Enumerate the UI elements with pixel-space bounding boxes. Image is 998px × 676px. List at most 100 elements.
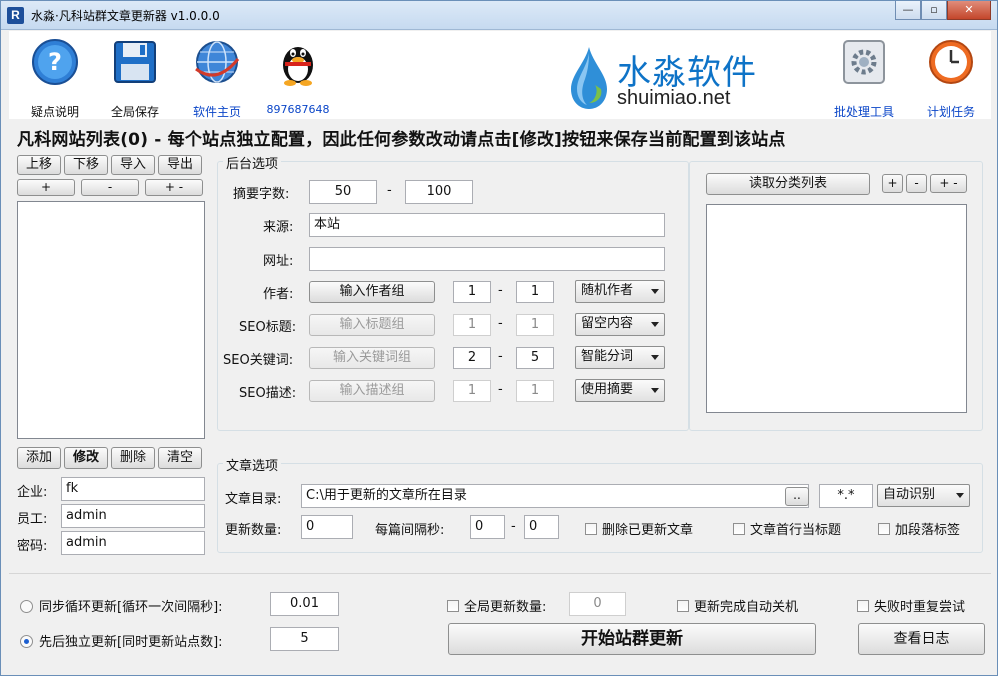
seo-keyword-max-field[interactable]: 5 (516, 347, 554, 369)
clear-sites-button[interactable]: 清空 (158, 447, 202, 469)
global-count-label: 全局更新数量: (464, 600, 547, 615)
seo-keyword-min-field[interactable]: 2 (453, 347, 491, 369)
category-remove-button[interactable]: - (906, 174, 927, 193)
global-count-checkbox[interactable]: 全局更新数量: (447, 596, 546, 615)
update-count-field[interactable]: 0 (301, 515, 353, 539)
backend-options-title: 后台选项 (223, 153, 282, 172)
move-down-button[interactable]: 下移 (64, 155, 108, 175)
interval-min-field[interactable]: 0 (470, 515, 505, 539)
radio-dot-selected (20, 635, 33, 648)
seo-title-min-field[interactable]: 1 (453, 314, 491, 336)
first-line-title-label: 文章首行当标题 (750, 523, 842, 538)
delete-site-button[interactable]: 删除 (111, 447, 155, 469)
export-button[interactable]: 导出 (158, 155, 202, 175)
modify-site-button[interactable]: 修改 (64, 447, 108, 469)
logo-en-text: shuimiao.net (617, 87, 731, 109)
category-listbox[interactable] (706, 204, 967, 413)
summary-max-field[interactable]: 100 (405, 180, 473, 204)
file-ext-field[interactable]: *.* (819, 484, 873, 508)
seo-title-mode-value: 留空内容 (581, 316, 634, 331)
svg-text:?: ? (48, 48, 62, 76)
interval-max-field[interactable]: 0 (524, 515, 559, 539)
seo-title-mode-select[interactable]: 留空内容 (575, 313, 665, 336)
author-min-field[interactable]: 1 (453, 281, 491, 303)
category-add-button[interactable]: + (882, 174, 903, 193)
encoding-select[interactable]: 自动识别 (877, 484, 970, 507)
seo-description-min-field[interactable]: 1 (453, 380, 491, 402)
url-label: 网址: (263, 254, 294, 269)
page-headline: 凡科网站列表(0) - 每个站点独立配置，因此任何参数改动请点击[修改]按钮来保… (17, 130, 786, 150)
batch-label: 批处理工具 (833, 105, 894, 119)
delete-updated-checkbox[interactable]: 删除已更新文章 (585, 519, 693, 538)
divider (9, 573, 991, 574)
close-button[interactable]: ✕ (947, 1, 991, 20)
list-remove-button[interactable]: - (81, 179, 139, 196)
update-count-label: 更新数量: (225, 523, 282, 538)
password-field[interactable]: admin (61, 531, 205, 555)
qq-number-label: 897687648 (266, 103, 330, 116)
first-line-title-checkbox[interactable]: 文章首行当标题 (733, 519, 841, 538)
author-mode-select[interactable]: 随机作者 (575, 280, 665, 303)
move-up-button[interactable]: 上移 (17, 155, 61, 175)
delete-updated-label: 删除已更新文章 (602, 523, 694, 538)
list-add-button[interactable]: + (17, 179, 75, 196)
save-tool[interactable]: 全局保存 (103, 37, 167, 120)
auto-shutdown-checkbox[interactable]: 更新完成自动关机 (677, 596, 798, 615)
article-options-title: 文章选项 (223, 455, 282, 474)
seo-title-group-button[interactable]: 输入标题组 (309, 314, 435, 336)
maximize-button[interactable]: ▫ (921, 1, 947, 20)
add-site-button[interactable]: 添加 (17, 447, 61, 469)
concurrent-sites-field[interactable]: 5 (270, 627, 339, 651)
checkbox-box (585, 523, 597, 535)
seo-description-mode-select[interactable]: 使用摘要 (575, 379, 665, 402)
batch-tool[interactable]: 批处理工具 (827, 37, 901, 120)
home-label: 软件主页 (192, 105, 241, 119)
sync-interval-field[interactable]: 0.01 (270, 592, 339, 616)
article-options-group (217, 463, 983, 553)
schedule-label: 计划任务 (926, 105, 975, 119)
source-field[interactable]: 本站 (309, 213, 665, 237)
start-update-button[interactable]: 开始站群更新 (448, 623, 816, 655)
sequential-update-radio[interactable]: 先后独立更新[同时更新站点数]: (20, 631, 223, 650)
minimize-button[interactable]: — (895, 1, 921, 20)
employee-field[interactable]: admin (61, 504, 205, 528)
qq-penguin-icon (283, 47, 313, 86)
seo-description-max-field[interactable]: 1 (516, 380, 554, 402)
seo-keyword-group-button[interactable]: 输入关键词组 (309, 347, 435, 369)
retry-on-fail-checkbox[interactable]: 失败时重复尝试 (857, 596, 965, 615)
list-toggle-button[interactable]: + - (145, 179, 203, 196)
import-button[interactable]: 导入 (111, 155, 155, 175)
seo-title-max-field[interactable]: 1 (516, 314, 554, 336)
url-field[interactable] (309, 247, 665, 271)
sync-update-label: 同步循环更新[循环一次间隔秒]: (39, 600, 223, 615)
site-listbox[interactable] (17, 201, 205, 439)
toolbar: ? 疑点说明 全局保存 软件主页 897687648 水淼软件 shuimiao… (9, 31, 991, 119)
schedule-tool[interactable]: 计划任务 (919, 37, 983, 120)
seo-description-dash: - (498, 382, 503, 397)
company-field[interactable]: fk (61, 477, 205, 501)
browse-dir-button[interactable]: .. (785, 487, 809, 506)
paragraph-tag-checkbox[interactable]: 加段落标签 (878, 519, 960, 538)
category-toggle-button[interactable]: + - (930, 174, 967, 193)
retry-on-fail-label: 失败时重复尝试 (874, 600, 966, 615)
author-max-field[interactable]: 1 (516, 281, 554, 303)
globe-icon (195, 41, 240, 83)
qq-tool[interactable]: 897687648 (265, 37, 331, 116)
article-dir-field[interactable]: C:\用于更新的文章所在目录 (301, 484, 809, 508)
checkbox-box (878, 523, 890, 535)
water-drop-logo-icon (571, 47, 607, 109)
seo-description-group-button[interactable]: 输入描述组 (309, 380, 435, 402)
sync-update-radio[interactable]: 同步循环更新[循环一次间隔秒]: (20, 596, 223, 615)
help-tool[interactable]: ? 疑点说明 (23, 37, 87, 120)
view-log-button[interactable]: 查看日志 (858, 623, 985, 655)
interval-label: 每篇间隔秒: (375, 523, 445, 538)
summary-min-field[interactable]: 50 (309, 180, 377, 204)
home-tool[interactable]: 软件主页 (185, 37, 249, 120)
global-count-field[interactable]: 0 (569, 592, 626, 616)
article-dir-label: 文章目录: (225, 492, 282, 507)
interval-dash: - (511, 519, 516, 534)
read-category-button[interactable]: 读取分类列表 (706, 173, 870, 195)
author-group-button[interactable]: 输入作者组 (309, 281, 435, 303)
seo-keyword-mode-select[interactable]: 智能分词 (575, 346, 665, 369)
checkbox-box (447, 600, 459, 612)
